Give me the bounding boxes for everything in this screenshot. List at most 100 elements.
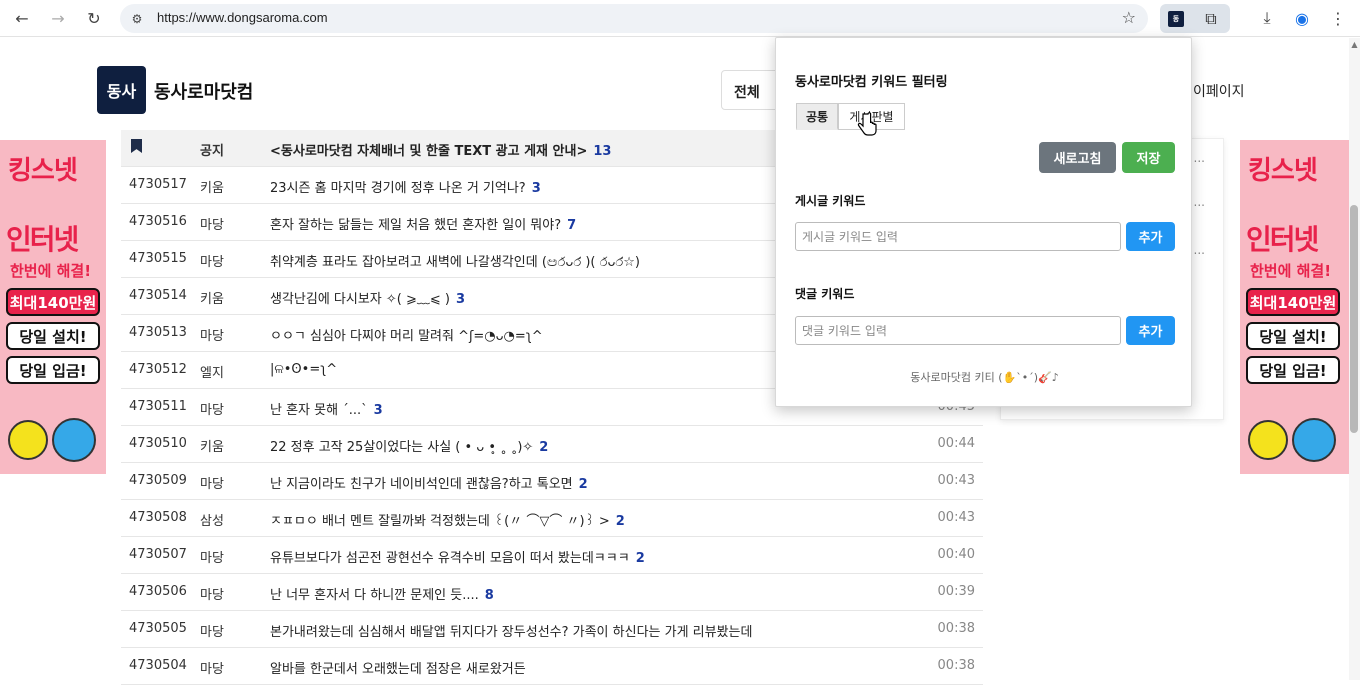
popup-footer: 동사로마닷컴 키티 (✋`•´)🎸♪ (910, 371, 1059, 384)
post-row[interactable]: 4730508 삼성 ㅈㅍㅁㅇ 배너 멘트 잘릴까봐 걱정했는데 ꒰(〃 ⌒▽⌒ 〃… (121, 500, 983, 537)
ad-pill-install: 당일 설치! (1246, 322, 1340, 350)
site-name[interactable]: 동사로마닷컴 (154, 78, 253, 104)
post-title-text[interactable]: 취약계층 표라도 잡아보려고 새벽에 나갈생각인데 (ඏර̀ᴗර́ )( ර̀ᴗ… (270, 255, 640, 270)
post-number: 4730512 (129, 362, 187, 377)
address-bar[interactable]: ⚙ https://www.dongsaroma.com ☆ (120, 4, 1148, 33)
post-category: 마당 (200, 218, 224, 233)
post-title-text[interactable]: <동사로마닷컴 자체배너 및 한줄 TEXT 광고 게재 안내> (270, 144, 587, 159)
post-time: 00:39 (937, 584, 975, 599)
post-title-text[interactable]: 22 정후 고작 25살이었다는 사실 ( • ᴗ •̥ ˳ ˳)✧ (270, 440, 533, 455)
post-row[interactable]: 4730505 마당 본가내려왔는데 심심해서 배달앱 뒤지다가 장두성선수? 가족… (121, 611, 983, 648)
post-title[interactable]: 난 혼자 못해 ´...` 3 (270, 399, 383, 418)
board-select[interactable]: 전체 (721, 70, 781, 110)
post-category: 마당 (200, 255, 224, 270)
post-title-text[interactable]: 23시즌 홈 마지막 경기에 정후 나온 거 기억나? (270, 181, 526, 196)
site-info-icon[interactable]: ⚙ (128, 10, 146, 28)
forward-arrow-icon[interactable]: → (46, 6, 70, 30)
post-title[interactable]: ㅈㅍㅁㅇ 배너 멘트 잘릴까봐 걱정했는데 ꒰(〃 ⌒▽⌒ 〃)꒱ > 2 (270, 510, 625, 529)
post-time: 00:44 (937, 436, 975, 451)
site-logo[interactable]: 동사 (97, 66, 146, 114)
reload-icon[interactable]: ↻ (82, 6, 106, 30)
tab-common[interactable]: 공통 (796, 103, 838, 130)
comment-count: 3 (531, 181, 541, 196)
post-number: 4730516 (129, 214, 187, 229)
post-title[interactable]: 본가내려왔는데 심심해서 배달앱 뒤지다가 장두성선수? 가족이 하신다는 가게… (270, 621, 752, 640)
puzzle-icon[interactable]: ⧉ (1192, 4, 1230, 33)
post-title-text[interactable]: ㅈㅍㅁㅇ 배너 멘트 잘릴까봐 걱정했는데 ꒰(〃 ⌒▽⌒ 〃)꒱ > (270, 514, 610, 529)
post-title-text[interactable]: 난 혼자 못해 ´...` (270, 403, 368, 418)
star-icon[interactable]: ☆ (1122, 8, 1136, 27)
save-button[interactable]: 저장 (1122, 142, 1175, 173)
comment-keyword-label: 댓글 키워드 (795, 287, 855, 301)
post-title-text[interactable]: 유튜브보다가 섬곤전 광현선수 유격수비 모음이 떠서 봤는데ㅋㅋㅋ (270, 551, 630, 566)
post-category: 마당 (200, 625, 224, 640)
post-title-text[interactable]: 알바를 한군데서 오래했는데 점장은 새로왔거든 (270, 662, 526, 677)
post-row[interactable]: 4730504 마당 알바를 한군데서 오래했는데 점장은 새로왔거든 00:38 (121, 648, 983, 685)
post-title-text[interactable]: 혼자 잘하는 닮들는 제일 처음 했던 혼자한 일이 뭐야? (270, 218, 561, 233)
keyword-filter-popup: 동사로마닷컴 키워드 필터링 공통 게시판별 새로고침 저장 게시글 키워드 추… (775, 37, 1192, 407)
post-category: 마당 (200, 403, 224, 418)
post-row[interactable]: 4730507 마당 유튜브보다가 섬곤전 광현선수 유격수비 모음이 떠서 봤는데… (121, 537, 983, 574)
post-number: 4730515 (129, 251, 187, 266)
post-title[interactable]: 알바를 한군데서 오래했는데 점장은 새로왔거든 (270, 658, 526, 677)
post-category: 마당 (200, 551, 224, 566)
browser-toolbar: ← → ↻ ⚙ https://www.dongsaroma.com ☆ 동 ⧉… (0, 0, 1360, 37)
post-number: 4730505 (129, 621, 187, 636)
back-arrow-icon[interactable]: ← (10, 6, 34, 30)
refresh-button[interactable]: 새로고침 (1039, 142, 1116, 173)
comment-count: 13 (593, 144, 612, 159)
scrollbar-thumb[interactable] (1350, 205, 1358, 433)
post-title[interactable]: |ଳ•ʘ•=ʅ^ (270, 362, 337, 377)
post-category: 키움 (200, 440, 224, 455)
post-category: 마당 (200, 662, 224, 677)
post-title-text[interactable]: 본가내려왔는데 심심해서 배달앱 뒤지다가 장두성선수? 가족이 하신다는 가게… (270, 625, 752, 640)
post-row[interactable]: 4730506 마당 난 너무 혼자서 다 하니깐 문제인 듯.... 8 00:39 (121, 574, 983, 611)
side-ellipsis: ... (1193, 195, 1205, 209)
comment-count: 2 (635, 551, 645, 566)
ad-mascots (6, 416, 100, 466)
post-title[interactable]: <동사로마닷컴 자체배너 및 한줄 TEXT 광고 게재 안내> 13 (270, 140, 611, 159)
post-title-text[interactable]: 난 너무 혼자서 다 하니깐 문제인 듯.... (270, 588, 479, 603)
ad-brand: 킹스넷 (8, 156, 78, 186)
comment-count: 7 (567, 218, 577, 233)
post-keyword-input[interactable] (795, 222, 1121, 251)
post-title-text[interactable]: |ଳ•ʘ•=ʅ^ (270, 362, 337, 377)
post-title-text[interactable]: 생각난김에 다시보자 ✧( ⩾﹏⩽ ) (270, 292, 450, 307)
post-number: 4730513 (129, 325, 187, 340)
left-ad-banner[interactable]: 킹스넷 인터넷 한번에 해결! 최대140만원 당일 설치! 당일 입금! (0, 140, 106, 474)
add-comment-keyword-button[interactable]: 추가 (1126, 316, 1175, 345)
post-row[interactable]: 4730510 키움 22 정후 고작 25살이었다는 사실 ( • ᴗ •̥ ˳ … (121, 426, 983, 463)
post-title[interactable]: 유튜브보다가 섬곤전 광현선수 유격수비 모음이 떠서 봤는데ㅋㅋㅋ 2 (270, 547, 645, 566)
post-title[interactable]: 취약계층 표라도 잡아보려고 새벽에 나갈생각인데 (ඏර̀ᴗර́ )( ර̀ᴗ… (270, 251, 640, 270)
post-title[interactable]: 생각난김에 다시보자 ✧( ⩾﹏⩽ ) 3 (270, 288, 465, 307)
post-title[interactable]: 난 지금이라도 친구가 네이비석인데 괜찮음?하고 톡오면 2 (270, 473, 588, 492)
post-time: 00:38 (937, 658, 975, 673)
ad-mascots (1246, 416, 1340, 466)
post-title[interactable]: ㅇㅇㄱ 심심아 다찌야 머리 말려줘 ^ʃ=◔ᴗ◔=ʅ^ (270, 325, 543, 344)
right-ad-banner[interactable]: 킹스넷 인터넷 한번에 해결! 최대140만원 당일 설치! 당일 입금! (1240, 140, 1349, 474)
post-category: 마당 (200, 477, 224, 492)
post-number: 4730511 (129, 399, 187, 414)
extension-button[interactable]: 동 (1160, 4, 1192, 33)
mypage-link[interactable]: 이페이지 (1193, 81, 1245, 101)
comment-keyword-input[interactable] (795, 316, 1121, 345)
post-title-text[interactable]: ㅇㅇㄱ 심심아 다찌야 머리 말려줘 ^ʃ=◔ᴗ◔=ʅ^ (270, 329, 543, 344)
post-title[interactable]: 22 정후 고작 25살이었다는 사실 ( • ᴗ •̥ ˳ ˳)✧ 2 (270, 436, 548, 455)
profile-icon[interactable]: ◉ (1290, 6, 1314, 30)
post-category: 삼성 (200, 514, 224, 529)
post-number: 4730504 (129, 658, 187, 673)
ad-pill-install: 당일 설치! (6, 322, 100, 350)
post-title[interactable]: 혼자 잘하는 닮들는 제일 처음 했던 혼자한 일이 뭐야? 7 (270, 214, 576, 233)
ad-headline: 인터넷 (1246, 223, 1319, 256)
post-title[interactable]: 난 너무 혼자서 다 하니깐 문제인 듯.... 8 (270, 584, 494, 603)
kebab-menu-icon[interactable]: ⋮ (1326, 6, 1350, 30)
scroll-up-icon[interactable]: ▲ (1349, 40, 1360, 52)
post-title[interactable]: 23시즌 홈 마지막 경기에 정후 나온 거 기억나? 3 (270, 177, 541, 196)
url-text[interactable]: https://www.dongsaroma.com (157, 10, 328, 25)
post-row[interactable]: 4730509 마당 난 지금이라도 친구가 네이비석인데 괜찮음?하고 톡오면 2 0… (121, 463, 983, 500)
ad-brand: 킹스넷 (1248, 156, 1318, 186)
add-post-keyword-button[interactable]: 추가 (1126, 222, 1175, 251)
ad-pill-deposit: 당일 입금! (1246, 356, 1340, 384)
download-icon[interactable]: ⤓ (1255, 6, 1279, 30)
post-title-text[interactable]: 난 지금이라도 친구가 네이비석인데 괜찮음?하고 톡오면 (270, 477, 573, 492)
